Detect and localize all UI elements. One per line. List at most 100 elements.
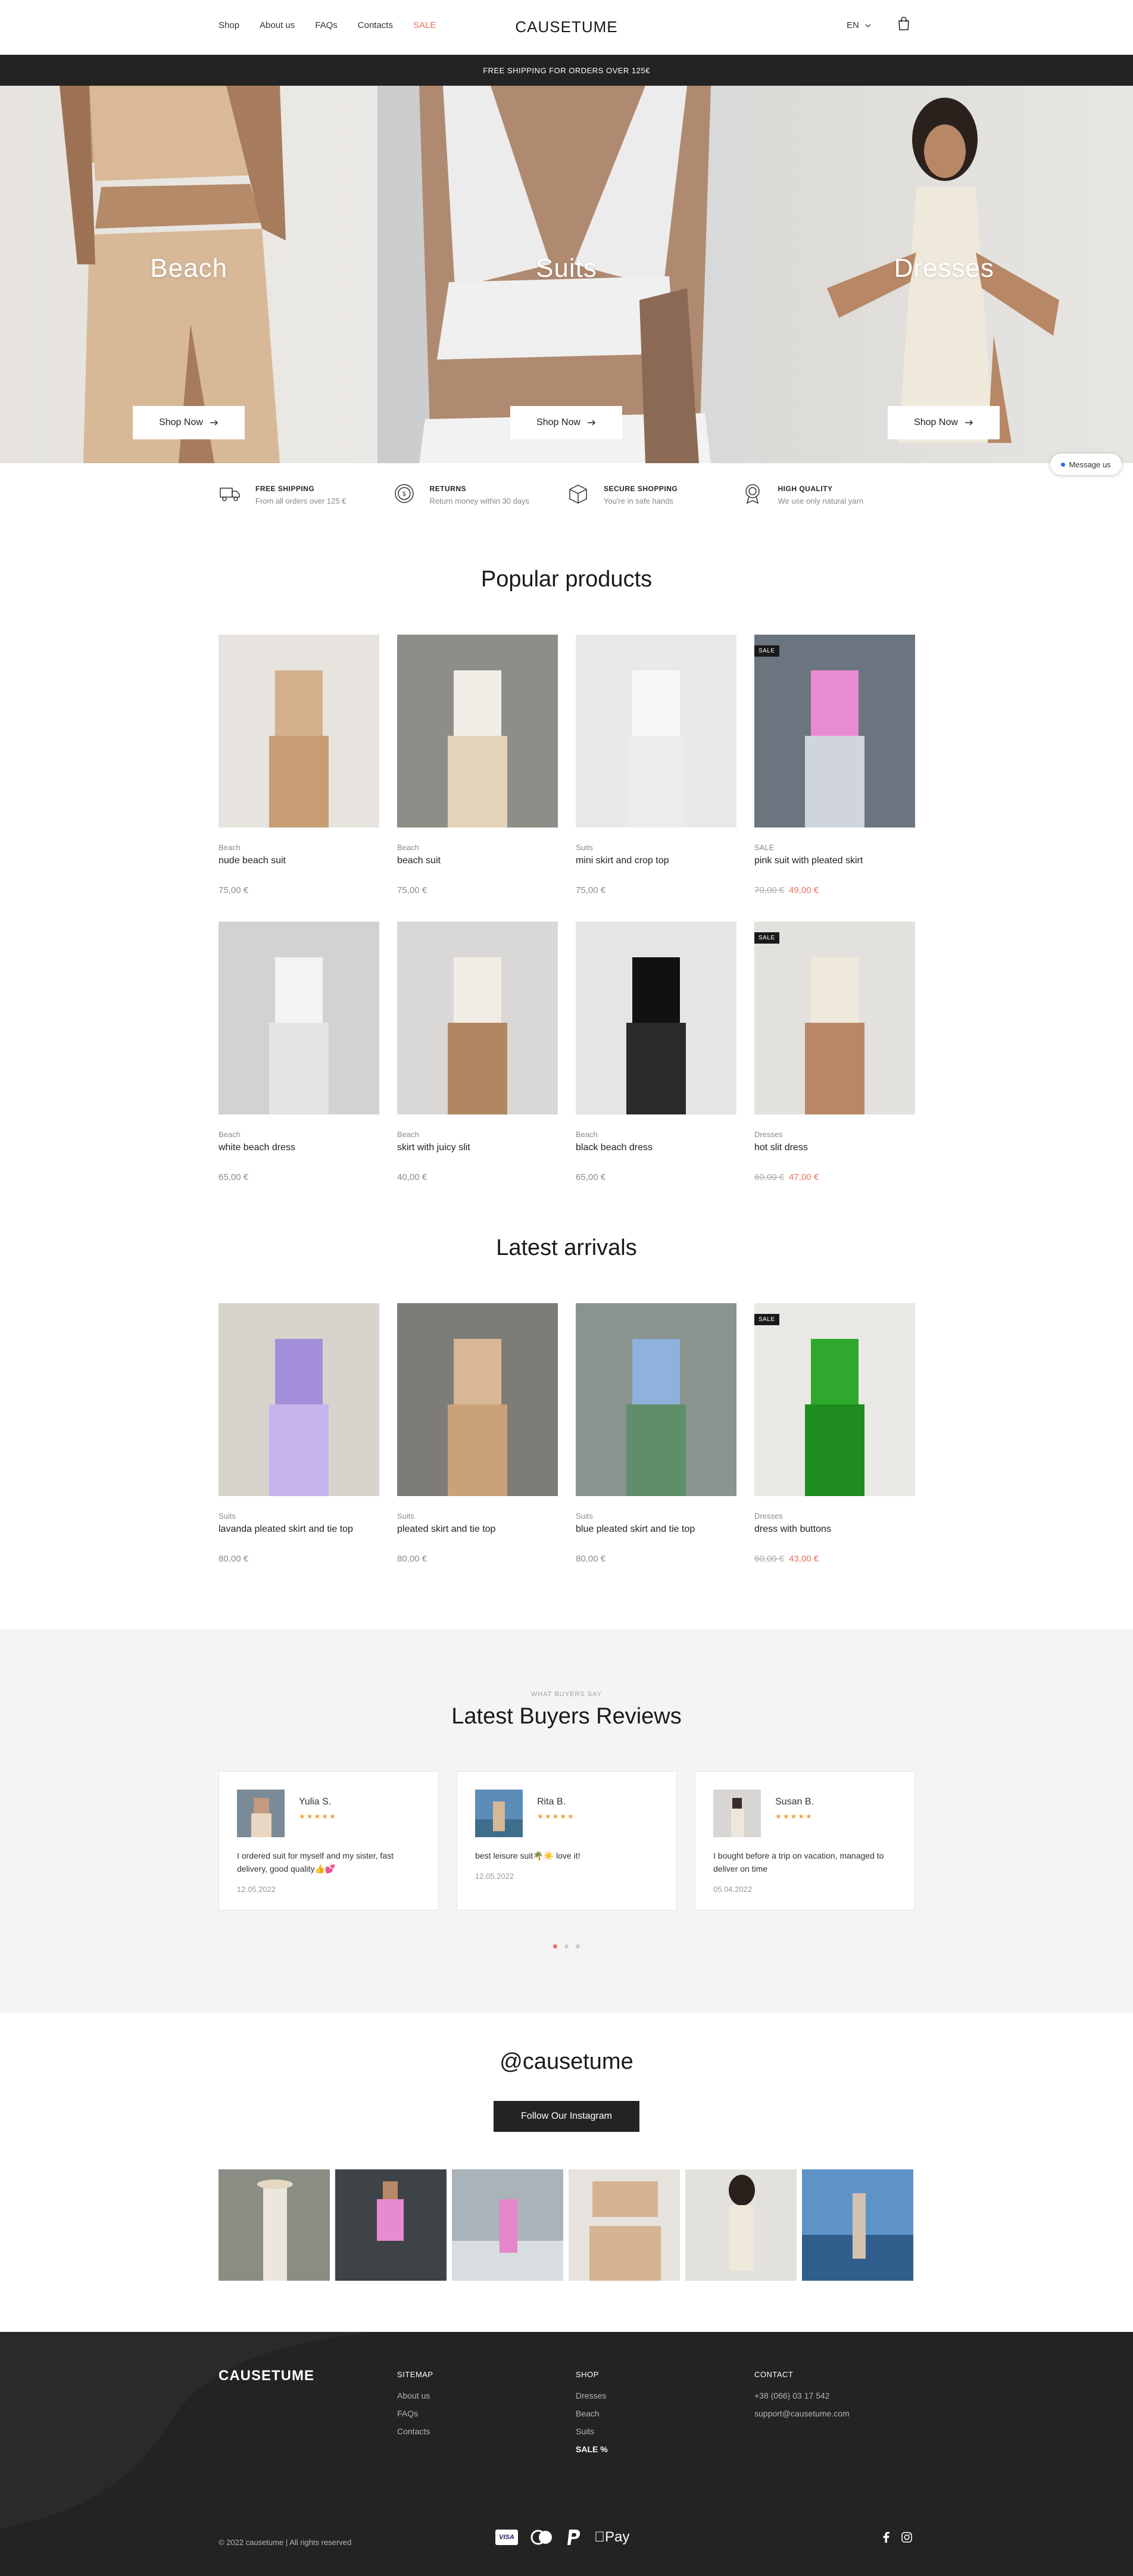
product-name[interactable]: skirt with juicy slit xyxy=(397,1142,558,1153)
footer-sitemap: SITEMAP About us FAQs Contacts xyxy=(397,2370,433,2444)
product-name[interactable]: black beach dress xyxy=(576,1142,736,1153)
nav-contacts[interactable]: Contacts xyxy=(358,20,393,30)
product-image[interactable] xyxy=(576,922,736,1114)
product-image[interactable] xyxy=(219,1303,379,1496)
product-name[interactable]: nude beach suit xyxy=(219,855,379,866)
product-price: 80,00 € xyxy=(397,1554,558,1564)
follow-instagram-button[interactable]: Follow Our Instagram xyxy=(494,2101,639,2132)
product-image[interactable]: SALE xyxy=(754,635,915,828)
product-card[interactable]: Beach beach suit 75,00 € xyxy=(397,635,558,895)
rating-stars: ★★★★★ xyxy=(775,1812,813,1821)
review-text: I bought before a trip on vacation, mana… xyxy=(713,1851,884,1874)
product-image[interactable]: SALE xyxy=(754,922,915,1114)
product-name[interactable]: pink suit with pleated skirt xyxy=(754,855,915,866)
instagram-photo[interactable] xyxy=(452,2169,563,2281)
footer-link-contacts[interactable]: Contacts xyxy=(397,2427,433,2436)
instagram-handle: @causetume xyxy=(500,2049,633,2074)
product-card[interactable]: SALE Dresses hot slit dress 60,00 € 47,00 € xyxy=(754,922,915,1182)
nav-shop[interactable]: Shop xyxy=(219,20,239,30)
product-image[interactable] xyxy=(397,1303,558,1496)
arrow-right-icon xyxy=(210,420,218,426)
product-image[interactable] xyxy=(397,922,558,1114)
product-name[interactable]: lavanda pleated skirt and tie top xyxy=(219,1524,379,1535)
product-category[interactable]: Dresses xyxy=(754,1130,915,1139)
nav-about[interactable]: About us xyxy=(260,20,295,30)
product-image[interactable] xyxy=(219,635,379,828)
product-image[interactable] xyxy=(576,1303,736,1496)
product-card[interactable]: Beach skirt with juicy slit 40,00 € xyxy=(397,922,558,1182)
regular-price: 75,00 € xyxy=(397,885,427,895)
product-card[interactable]: Suits pleated skirt and tie top 80,00 € xyxy=(397,1303,558,1564)
carousel-dot[interactable] xyxy=(564,1944,569,1949)
footer-link-faqs[interactable]: FAQs xyxy=(397,2409,433,2418)
carousel-dot-active[interactable] xyxy=(553,1944,557,1949)
nav-faqs[interactable]: FAQs xyxy=(315,20,338,30)
product-category[interactable]: Suits xyxy=(576,843,736,852)
product-image[interactable]: SALE xyxy=(754,1303,915,1496)
nav-sale[interactable]: SALE xyxy=(413,20,436,30)
product-name[interactable]: white beach dress xyxy=(219,1142,379,1153)
site-logo[interactable]: CAUSETUME xyxy=(515,18,617,36)
shop-now-beach-button[interactable]: Shop Now xyxy=(133,406,245,439)
instagram-icon[interactable] xyxy=(901,2532,912,2543)
product-name[interactable]: beach suit xyxy=(397,855,558,866)
reviewer-photo xyxy=(237,1790,285,1837)
instagram-photo[interactable] xyxy=(219,2169,330,2281)
product-category[interactable]: Suits xyxy=(397,1512,558,1520)
product-category[interactable]: Beach xyxy=(576,1130,736,1139)
footer-decoration xyxy=(0,2332,369,2576)
language-select[interactable]: EN xyxy=(847,20,871,30)
payment-methods: VISA Pay xyxy=(495,2528,629,2546)
product-category[interactable]: Suits xyxy=(219,1512,379,1520)
footer-link-about[interactable]: About us xyxy=(397,2391,433,2400)
product-image[interactable] xyxy=(576,635,736,828)
product-name[interactable]: pleated skirt and tie top xyxy=(397,1524,558,1535)
product-name[interactable]: hot slit dress xyxy=(754,1142,915,1153)
product-card[interactable]: Suits blue pleated skirt and tie top 80,00… xyxy=(576,1303,736,1564)
shop-now-suits-button[interactable]: Shop Now xyxy=(510,406,622,439)
footer-link-sale[interactable]: SALE % xyxy=(576,2444,608,2454)
footer-logo[interactable]: CAUSETUME xyxy=(219,2368,314,2384)
product-price: 60,00 € 43,00 € xyxy=(754,1554,915,1564)
product-image[interactable] xyxy=(397,635,558,828)
product-card[interactable]: SALE SALE pink suit with pleated skirt 70,0… xyxy=(754,635,915,895)
feature-desc: Return money within 30 days xyxy=(429,497,530,505)
message-us-button[interactable]: Message us xyxy=(1050,454,1122,475)
instagram-photo[interactable] xyxy=(335,2169,447,2281)
footer-phone[interactable]: +38 (066) 03 17 542 xyxy=(754,2391,850,2400)
chevron-down-icon xyxy=(865,24,871,27)
product-card[interactable]: Beach nude beach suit 75,00 € xyxy=(219,635,379,895)
product-card[interactable]: Suits lavanda pleated skirt and tie top 80… xyxy=(219,1303,379,1564)
product-image[interactable] xyxy=(219,922,379,1114)
footer-email[interactable]: support@causetume.com xyxy=(754,2409,850,2418)
shop-now-dresses-button[interactable]: Shop Now xyxy=(888,406,1000,439)
product-category[interactable]: Dresses xyxy=(754,1512,915,1520)
product-name[interactable]: dress with buttons xyxy=(754,1524,915,1535)
footer-contact-title: CONTACT xyxy=(754,2370,794,2379)
product-card[interactable]: SALE Dresses dress with buttons 60,00 € 43,0… xyxy=(754,1303,915,1564)
footer-link-suits[interactable]: Suits xyxy=(576,2427,608,2436)
instagram-photo[interactable] xyxy=(685,2169,797,2281)
footer-link-beach[interactable]: Beach xyxy=(576,2409,608,2418)
product-category[interactable]: Beach xyxy=(219,843,379,852)
carousel-dot[interactable] xyxy=(576,1944,580,1949)
instagram-photo[interactable] xyxy=(802,2169,913,2281)
review-card: Yulia S. ★★★★★ I ordered suit for myself… xyxy=(219,1771,439,1910)
product-name[interactable]: mini skirt and crop top xyxy=(576,855,736,866)
footer-link-dresses[interactable]: Dresses xyxy=(576,2391,608,2400)
facebook-icon[interactable] xyxy=(882,2532,889,2543)
visa-icon: VISA xyxy=(495,2530,518,2545)
product-name[interactable]: blue pleated skirt and tie top xyxy=(576,1524,736,1535)
product-card[interactable]: Beach white beach dress 65,00 € xyxy=(219,922,379,1182)
product-category[interactable]: Beach xyxy=(219,1130,379,1139)
product-category[interactable]: Beach xyxy=(397,843,558,852)
product-card[interactable]: Suits mini skirt and crop top 75,00 € xyxy=(576,635,736,895)
apple-pay-label: Pay xyxy=(594,2529,629,2545)
feature-desc: We use only natural yarn xyxy=(778,497,864,505)
product-category[interactable]: Suits xyxy=(576,1512,736,1520)
instagram-photo[interactable] xyxy=(569,2169,680,2281)
product-category[interactable]: SALE xyxy=(754,843,915,852)
product-card[interactable]: Beach black beach dress 65,00 € xyxy=(576,922,736,1182)
product-category[interactable]: Beach xyxy=(397,1130,558,1139)
shopping-bag-icon[interactable] xyxy=(898,17,910,31)
